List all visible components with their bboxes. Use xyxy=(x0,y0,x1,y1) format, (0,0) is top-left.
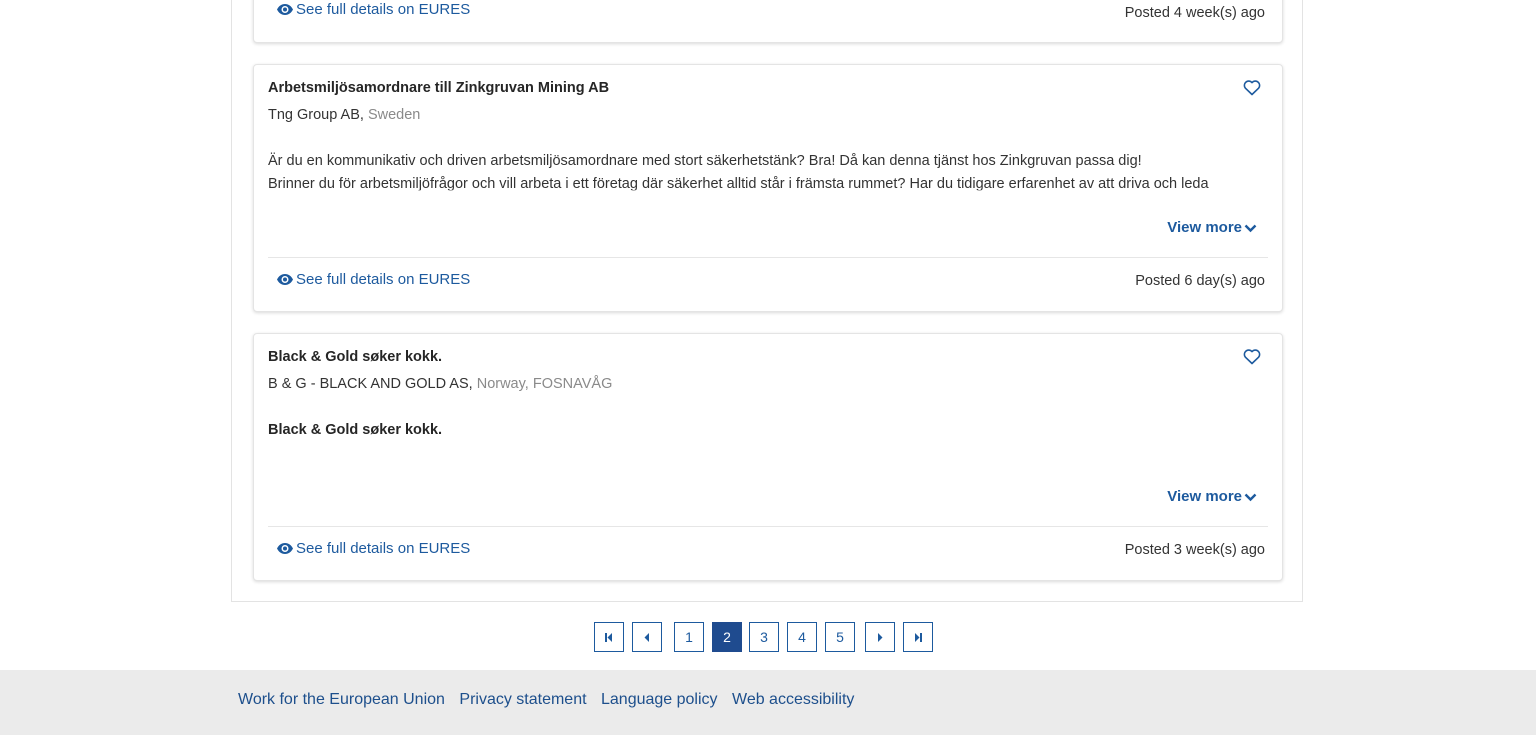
previous-page-button[interactable] xyxy=(632,622,662,652)
employer-name: Tng Group AB xyxy=(268,107,360,123)
view-more-button[interactable]: View more xyxy=(1167,219,1257,236)
eye-icon xyxy=(277,4,293,15)
employer-location: Tng Group AB, Sweden xyxy=(268,107,421,123)
chevron-down-icon xyxy=(1244,493,1257,501)
heart-outline-icon[interactable] xyxy=(1243,348,1261,365)
job-description: Black & Gold søker kokk. xyxy=(268,419,1273,471)
last-page-icon xyxy=(915,632,922,642)
job-title[interactable]: Black & Gold søker kokk. xyxy=(268,349,442,365)
page-button-1[interactable]: 1 xyxy=(674,622,704,652)
job-card: See full details on EURES Posted 4 week(… xyxy=(253,0,1283,43)
posted-date: Posted 4 week(s) ago xyxy=(1124,5,1265,21)
see-full-details-label: See full details on EURES xyxy=(296,1,471,18)
heart-outline-icon[interactable] xyxy=(1243,79,1261,96)
chevron-down-icon xyxy=(1244,224,1257,232)
eye-icon xyxy=(277,543,293,554)
footer: Work for the European Union Privacy stat… xyxy=(0,670,1536,735)
first-page-icon xyxy=(605,632,612,642)
footer-link-language-policy[interactable]: Language policy xyxy=(601,691,718,708)
see-full-details-label: See full details on EURES xyxy=(296,271,471,288)
last-page-button[interactable] xyxy=(903,622,933,652)
job-card: Black & Gold søker kokk. B & G - BLACK A… xyxy=(253,333,1283,581)
job-description: Är du en kommunikativ och driven arbetsm… xyxy=(268,150,1273,202)
footer-link-accessibility[interactable]: Web accessibility xyxy=(732,691,854,708)
employer-location: B & G - BLACK AND GOLD AS, Norway, FOSNA… xyxy=(268,376,613,392)
description-line: Är du en kommunikativ och driven arbetsm… xyxy=(268,153,1142,169)
next-page-button[interactable] xyxy=(865,622,895,652)
eye-icon xyxy=(277,274,293,285)
see-full-details-link[interactable]: See full details on EURES xyxy=(277,271,470,288)
previous-page-icon xyxy=(644,632,649,642)
posted-date: Posted 3 week(s) ago xyxy=(1124,542,1265,558)
employer-name: B & G - BLACK AND GOLD AS xyxy=(268,376,469,392)
job-city: FOSNAVÅG xyxy=(532,376,613,392)
footer-link-work-for-eu[interactable]: Work for the European Union xyxy=(238,691,445,708)
page-button-3[interactable]: 3 xyxy=(749,622,779,652)
posted-date: Posted 6 day(s) ago xyxy=(1135,273,1265,289)
description-heading: Black & Gold søker kokk. xyxy=(268,422,443,438)
page-button-2[interactable]: 2 xyxy=(712,622,742,652)
footer-link-privacy[interactable]: Privacy statement xyxy=(459,691,586,708)
view-more-button[interactable]: View more xyxy=(1167,488,1257,505)
card-divider xyxy=(268,257,1268,258)
see-full-details-link[interactable]: See full details on EURES xyxy=(277,540,470,557)
job-card: Arbetsmiljösamordnare till Zinkgruvan Mi… xyxy=(253,64,1283,312)
see-full-details-link[interactable]: See full details on EURES xyxy=(277,1,470,18)
job-title[interactable]: Arbetsmiljösamordnare till Zinkgruvan Mi… xyxy=(268,80,609,96)
page-button-5[interactable]: 5 xyxy=(825,622,855,652)
first-page-button[interactable] xyxy=(594,622,624,652)
see-full-details-label: See full details on EURES xyxy=(296,540,471,557)
next-page-icon xyxy=(878,632,883,642)
job-country: Sweden xyxy=(367,107,421,123)
job-country: Norway xyxy=(476,376,525,392)
footer-links: Work for the European Union Privacy stat… xyxy=(238,691,864,709)
page-button-4[interactable]: 4 xyxy=(787,622,817,652)
card-divider xyxy=(268,526,1268,527)
